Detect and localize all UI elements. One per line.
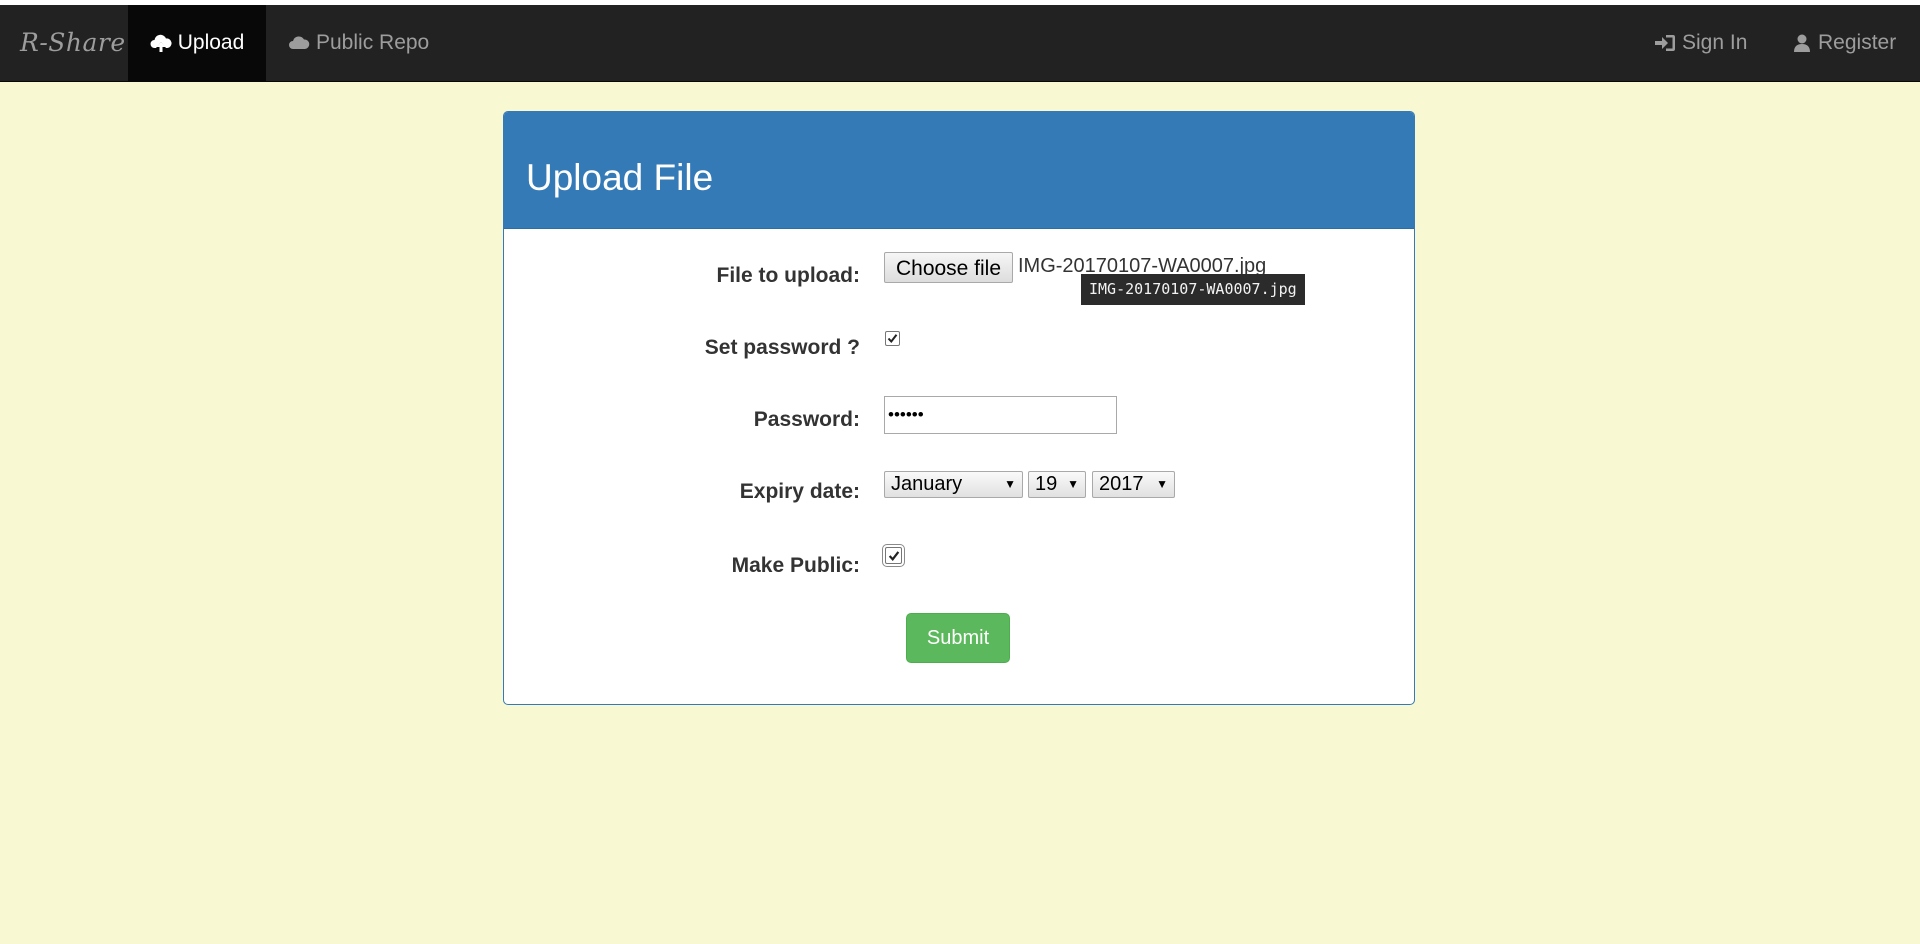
expiry-date-label: Expiry date: [739,480,860,503]
password-field[interactable]: •••••• [884,396,1117,434]
expiry-year-select[interactable]: 2017 ▼ [1092,471,1175,498]
nav-sign-in-label: Sign In [1682,31,1748,54]
nav-public-repo[interactable]: Public Repo [288,5,429,81]
make-public-checkbox[interactable] [882,544,905,567]
cloud-upload-icon [150,34,172,52]
user-icon [1794,34,1810,52]
make-public-label: Make Public: [731,554,860,577]
checkmark-icon [887,334,898,344]
file-tooltip: IMG-20170107-WA0007.jpg [1081,274,1305,305]
dropdown-arrow-icon: ▼ [1156,477,1168,491]
page-title: Upload File [526,157,714,198]
nav-upload[interactable]: Upload [128,5,266,81]
dropdown-arrow-icon: ▼ [1067,477,1079,491]
nav-upload-label: Upload [177,31,245,54]
panel-heading: Upload File [504,112,1414,229]
nav-register-label: Register [1818,31,1897,54]
dropdown-arrow-icon: ▼ [1004,477,1016,491]
nav-register[interactable]: Register [1792,5,1896,81]
expiry-month-value: January [891,473,963,495]
cloud-icon [289,36,310,49]
expiry-day-select[interactable]: 19 ▼ [1028,471,1086,498]
choose-file-button[interactable]: Choose file [884,252,1013,283]
nav-sign-in[interactable]: Sign In [1654,5,1747,81]
brand-logo[interactable]: R-Share [20,25,126,61]
checkmark-icon [888,550,899,561]
expiry-year-value: 2017 [1099,473,1144,495]
expiry-month-select[interactable]: January ▼ [884,471,1023,498]
password-label: Password: [753,408,860,431]
navbar: R-Share Upload Public Repo Sign In Regis… [0,5,1920,82]
nav-public-repo-label: Public Repo [316,31,430,54]
log-in-icon [1655,35,1675,51]
set-password-label: Set password ? [704,336,860,359]
upload-panel: Upload File File to upload: Choose file … [503,111,1415,705]
expiry-day-value: 19 [1035,473,1058,495]
set-password-checkbox[interactable] [885,331,900,346]
submit-button[interactable]: Submit [906,613,1010,663]
file-label: File to upload: [716,264,860,287]
